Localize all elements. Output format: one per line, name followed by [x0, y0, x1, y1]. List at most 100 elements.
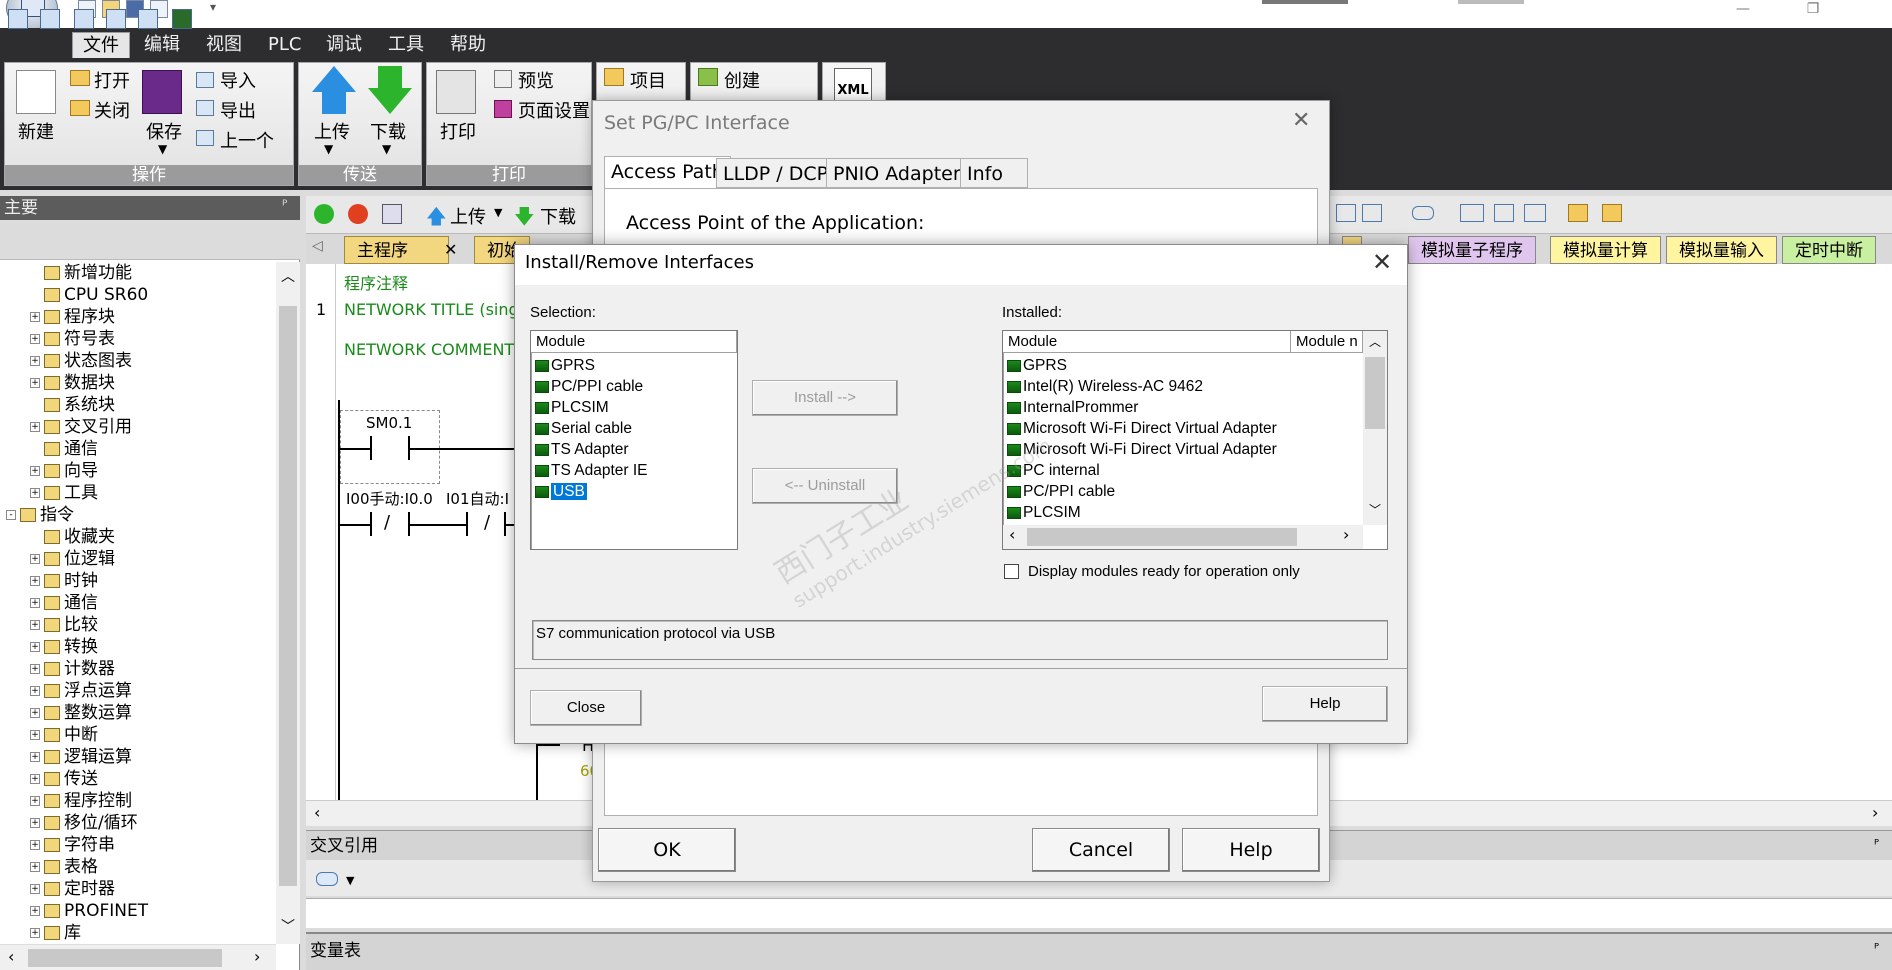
pgpc-close-icon[interactable]: ✕ — [1292, 108, 1310, 133]
expand-icon[interactable]: + — [30, 818, 40, 828]
expand-icon[interactable]: + — [30, 378, 40, 388]
module-list-item[interactable]: GPRS — [535, 355, 648, 376]
tab-help[interactable]: 帮助 — [440, 32, 496, 58]
toolbar-icon-a[interactable] — [1336, 204, 1356, 222]
scroll-up-icon[interactable]: ︿ — [281, 266, 295, 286]
expand-icon[interactable]: + — [30, 466, 40, 476]
module-list-item[interactable]: GPRS — [1007, 355, 1277, 376]
tree-item[interactable]: + 向导 — [30, 460, 305, 482]
tree-item[interactable]: + 符号表 — [30, 328, 305, 350]
tree-item[interactable]: + 计数器 — [30, 658, 305, 680]
module-list-item[interactable]: InternalPrommer — [1007, 397, 1277, 418]
module-list-item[interactable]: PLCSIM — [1007, 502, 1277, 523]
toolbar-icon-e[interactable] — [1494, 204, 1514, 222]
tab-access-path[interactable]: Access Path — [604, 156, 731, 188]
tree-item[interactable]: + 表格 — [30, 856, 305, 878]
download-dropdown-icon[interactable]: ▼ — [382, 142, 391, 156]
installed-vscroll[interactable]: ︿ ﹀ — [1363, 331, 1387, 525]
compile-icon[interactable] — [382, 204, 402, 224]
view-icon-5[interactable] — [138, 9, 158, 29]
expand-icon[interactable]: + — [30, 928, 40, 938]
installed-column-module[interactable]: Module — [1003, 331, 1291, 353]
var-table-pin-icon[interactable]: ᴾ — [1874, 942, 1879, 957]
xml-icon[interactable]: XML — [834, 68, 872, 104]
scroll-down-icon[interactable]: ﹀ — [281, 916, 295, 936]
tab-view[interactable]: 视图 — [196, 32, 252, 58]
page-setup-button[interactable]: 页面设置 — [518, 97, 590, 123]
tab-timer-interrupt[interactable]: 定时中断 — [1782, 236, 1876, 264]
selection-column-module[interactable]: Module — [531, 331, 737, 353]
view-icon-3[interactable] — [74, 9, 94, 29]
save-dropdown-icon[interactable]: ▼ — [158, 142, 167, 156]
tree-item[interactable]: + 交叉引用 — [30, 416, 305, 438]
qat-dropdown-icon[interactable]: ▾ — [210, 0, 216, 14]
module-list-item[interactable]: Serial cable — [535, 418, 648, 439]
expand-icon[interactable]: + — [30, 840, 40, 850]
tree-item[interactable]: + 移位/循环 — [30, 812, 305, 834]
tab-edit[interactable]: 编辑 — [134, 32, 190, 58]
upload-button[interactable]: 上传 — [314, 118, 350, 144]
tab-info[interactable]: Info — [960, 158, 1028, 188]
expand-icon[interactable]: + — [30, 422, 40, 432]
pin-icon[interactable]: ᴾ — [282, 198, 287, 214]
tree-item[interactable]: + 传送 — [30, 768, 305, 790]
export-button[interactable]: 导出 — [220, 97, 256, 123]
toolbar-icon-d[interactable] — [1460, 204, 1484, 222]
editor-scroll-left-icon[interactable]: ‹ — [314, 803, 320, 822]
tree-vertical-scrollbar[interactable]: ︿ ﹀ — [276, 262, 300, 944]
tree-item[interactable]: + 字符串 — [30, 834, 305, 856]
expand-icon[interactable]: + — [30, 884, 40, 894]
tree-item[interactable]: + 定时器 — [30, 878, 305, 900]
toolbar-icon-f[interactable] — [1524, 204, 1546, 222]
preview-button[interactable]: 预览 — [518, 67, 554, 93]
installed-listbox[interactable]: Module Module n GPRS Intel(R) Wireless-AC… — [1002, 330, 1388, 550]
maximize-icon[interactable]: ❐ — [1798, 2, 1828, 20]
tab-analog-input[interactable]: 模拟量输入 — [1666, 236, 1777, 264]
toolbar-upload-dropdown-icon[interactable]: ▼ — [494, 206, 502, 219]
expand-icon[interactable]: + — [30, 312, 40, 322]
installed-column-module-n[interactable]: Module n — [1291, 331, 1363, 353]
expand-icon[interactable]: + — [30, 598, 40, 608]
open-button[interactable]: 打开 — [94, 67, 130, 93]
hscroll-thumb[interactable] — [28, 949, 222, 967]
print-button[interactable]: 打印 — [440, 118, 476, 144]
pgpc-cancel-button[interactable]: Cancel — [1032, 828, 1170, 872]
pgpc-help-button[interactable]: Help — [1182, 828, 1320, 872]
minimize-icon[interactable]: — — [1728, 2, 1758, 20]
tree-item[interactable]: + 时钟 — [30, 570, 305, 592]
upload-dropdown-icon[interactable]: ▼ — [324, 142, 333, 156]
close-button[interactable]: 关闭 — [94, 97, 130, 123]
expand-icon[interactable]: + — [30, 752, 40, 762]
tree-item[interactable]: + 程序块 — [30, 306, 305, 328]
program-comment[interactable]: 程序注释 — [344, 270, 408, 294]
expand-icon[interactable]: + — [30, 356, 40, 366]
module-list-item[interactable]: PC/PPI cable — [1007, 481, 1277, 502]
view-icon-1[interactable] — [8, 9, 28, 29]
install-help-button[interactable]: Help — [1262, 686, 1388, 722]
selection-listbox[interactable]: Module GPRS PC/PPI cable PLCSIM Serial cabl… — [530, 330, 738, 550]
tree-item[interactable]: + 数据块 — [30, 372, 305, 394]
tree-item[interactable]: + 状态图表 — [30, 350, 305, 372]
toolbar-download-button[interactable]: 下载 — [540, 203, 576, 229]
cross-ref-pin-icon[interactable]: ᴾ — [1874, 838, 1879, 853]
installed-scroll-up-icon[interactable]: ︿ — [1369, 333, 1381, 350]
module-list-item[interactable]: TS Adapter — [535, 439, 648, 460]
toolbar-icon-b[interactable] — [1362, 204, 1382, 222]
toolbar-icon-c[interactable] — [1412, 206, 1434, 220]
installed-hscroll-thumb[interactable] — [1027, 528, 1297, 546]
display-ready-modules-checkbox[interactable] — [1004, 564, 1019, 579]
expand-icon[interactable]: + — [30, 796, 40, 806]
expand-icon[interactable]: + — [30, 334, 40, 344]
tree-item[interactable]: + 中断 — [30, 724, 305, 746]
expand-icon[interactable]: + — [30, 906, 40, 916]
tab-plc[interactable]: PLC — [258, 32, 311, 58]
module-list-item[interactable]: USB — [535, 481, 648, 502]
install-close-button[interactable]: Close — [530, 690, 642, 726]
tree-item[interactable]: + 程序控制 — [30, 790, 305, 812]
view-icon-4[interactable] — [106, 9, 126, 29]
tab-lldp-dcp[interactable]: LLDP / DCP — [716, 158, 836, 188]
tree-item[interactable]: + 比较 — [30, 614, 305, 636]
tree-item[interactable]: + 浮点运算 — [30, 680, 305, 702]
scroll-thumb[interactable] — [279, 306, 297, 886]
cross-ref-dropdown-icon[interactable]: ▼ — [346, 874, 354, 887]
